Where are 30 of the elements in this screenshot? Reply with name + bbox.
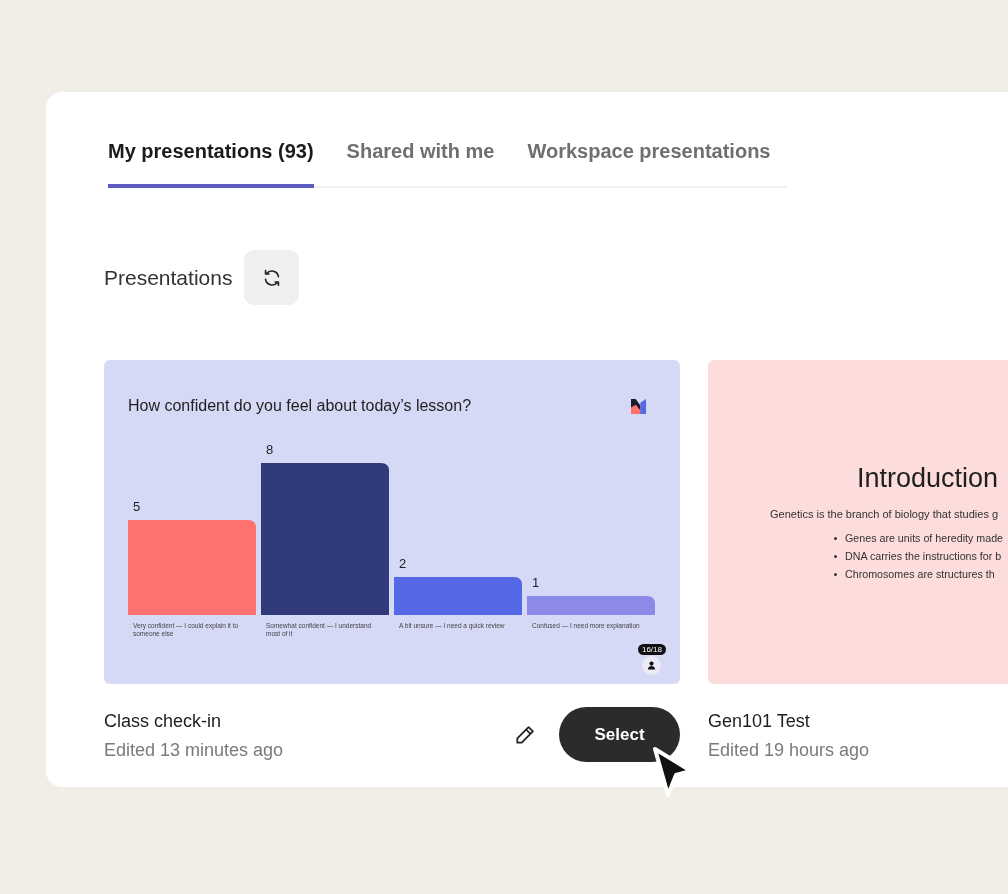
bar-value-label: 2: [399, 556, 407, 571]
bullet-icon: [834, 554, 837, 558]
response-count-badge: 16/18: [637, 644, 666, 655]
person-icon: [642, 656, 662, 675]
edit-button[interactable]: [514, 723, 536, 746]
refresh-button[interactable]: [244, 250, 300, 305]
presentation-title: Gen101 Test: [708, 710, 811, 733]
edited-time: Edited 19 hours ago: [708, 739, 870, 761]
slide-question: How confident do you feel about today’s lesson?: [128, 397, 472, 415]
bullet-text: DNA carries the instructions for b: [845, 550, 1002, 562]
pencil-icon: [514, 723, 536, 746]
slide-title: Introduction: [857, 463, 1000, 493]
logo-icon: [631, 398, 646, 414]
slide-preview[interactable]: Introduction Genetics is the branch of biology that studies g Genes are units of heredity made DNA carries the instructions for b Chromosomes are structures th: [708, 360, 1008, 684]
presentation-title: Class check-in: [104, 710, 223, 733]
tab[interactable]: Workspace presentations: [527, 140, 771, 188]
bar-value-label: 5: [133, 499, 141, 514]
bullet-text: Chromosomes are structures th: [845, 568, 995, 580]
bullet-icon: [834, 572, 837, 576]
bullet-icon: [834, 536, 837, 540]
slide-paragraph: Genetics is the branch of biology that studies g: [770, 507, 1000, 521]
bar-value-label: 8: [266, 442, 274, 457]
section-title: Presentations: [104, 265, 233, 290]
bar-value-label: 1: [532, 575, 540, 590]
select-button[interactable]: Select: [559, 707, 680, 762]
tab[interactable]: My presentations (93): [108, 140, 314, 188]
bullet-text: Genes are units of heredity made: [845, 532, 1004, 544]
edited-time: Edited 13 minutes ago: [104, 739, 284, 761]
slide-preview[interactable]: [104, 360, 680, 684]
tab[interactable]: Shared with me: [346, 140, 495, 188]
